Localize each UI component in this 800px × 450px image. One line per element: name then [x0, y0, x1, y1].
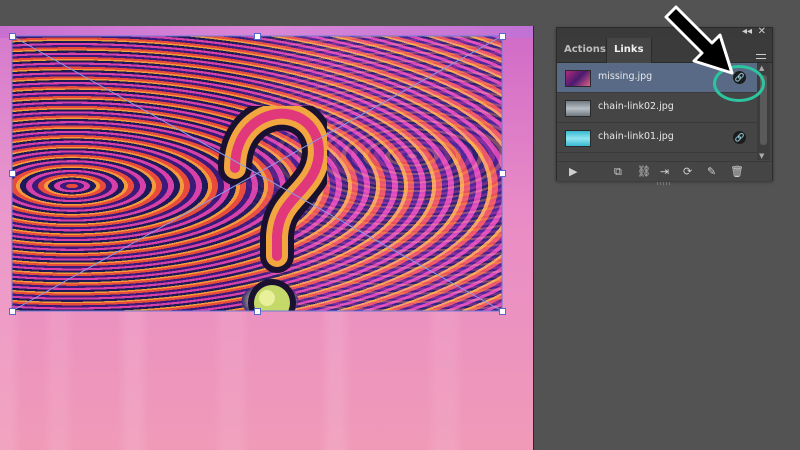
link-name: missing.jpg — [598, 71, 653, 82]
tab-actions[interactable]: Actions — [557, 38, 613, 62]
link-thumbnail — [565, 130, 591, 147]
resize-handle-top-right[interactable] — [499, 33, 506, 40]
relink-icon[interactable]: ⛓ — [637, 165, 651, 178]
chevron-down-icon[interactable]: ▼ — [759, 152, 764, 160]
link-icon[interactable]: 🔗 — [733, 131, 746, 144]
link-thumbnail — [565, 100, 591, 117]
annotation-arrow-icon — [664, 5, 734, 75]
panel-footer: ▶ ⧉ ⛓ ⇥ ⟳ ✎ 🗑 — [557, 161, 772, 185]
trash-icon[interactable]: 🗑 — [730, 165, 744, 178]
resize-handle-bottom[interactable] — [254, 308, 261, 315]
resize-handle-top[interactable] — [254, 33, 261, 40]
tab-links[interactable]: Links — [606, 38, 652, 63]
relink-from-cc-icon[interactable]: ⧉ — [614, 165, 622, 178]
resize-handle-right[interactable] — [499, 170, 506, 177]
link-name: chain-link01.jpg — [598, 131, 674, 142]
link-name: chain-link02.jpg — [598, 101, 674, 112]
resize-handle-left[interactable] — [9, 170, 16, 177]
resize-handle-bottom-right[interactable] — [499, 308, 506, 315]
resize-handle-top-left[interactable] — [9, 33, 16, 40]
edit-original-icon[interactable]: ✎ — [707, 165, 716, 178]
go-to-link-icon[interactable]: ⇥ — [660, 165, 669, 178]
link-thumbnail — [565, 70, 591, 87]
resize-grip[interactable] — [657, 182, 671, 185]
image-bounding-box — [11, 35, 503, 312]
resize-handle-bottom-left[interactable] — [9, 308, 16, 315]
chevron-up-icon[interactable]: ▲ — [759, 64, 764, 72]
update-link-icon[interactable]: ⟳ — [683, 165, 692, 178]
list-item-chain-link01[interactable]: chain-link01.jpg 🔗 — [557, 123, 757, 153]
show-import-options-icon[interactable]: ▶ — [569, 165, 577, 178]
close-icon[interactable]: ✕ — [758, 26, 766, 38]
